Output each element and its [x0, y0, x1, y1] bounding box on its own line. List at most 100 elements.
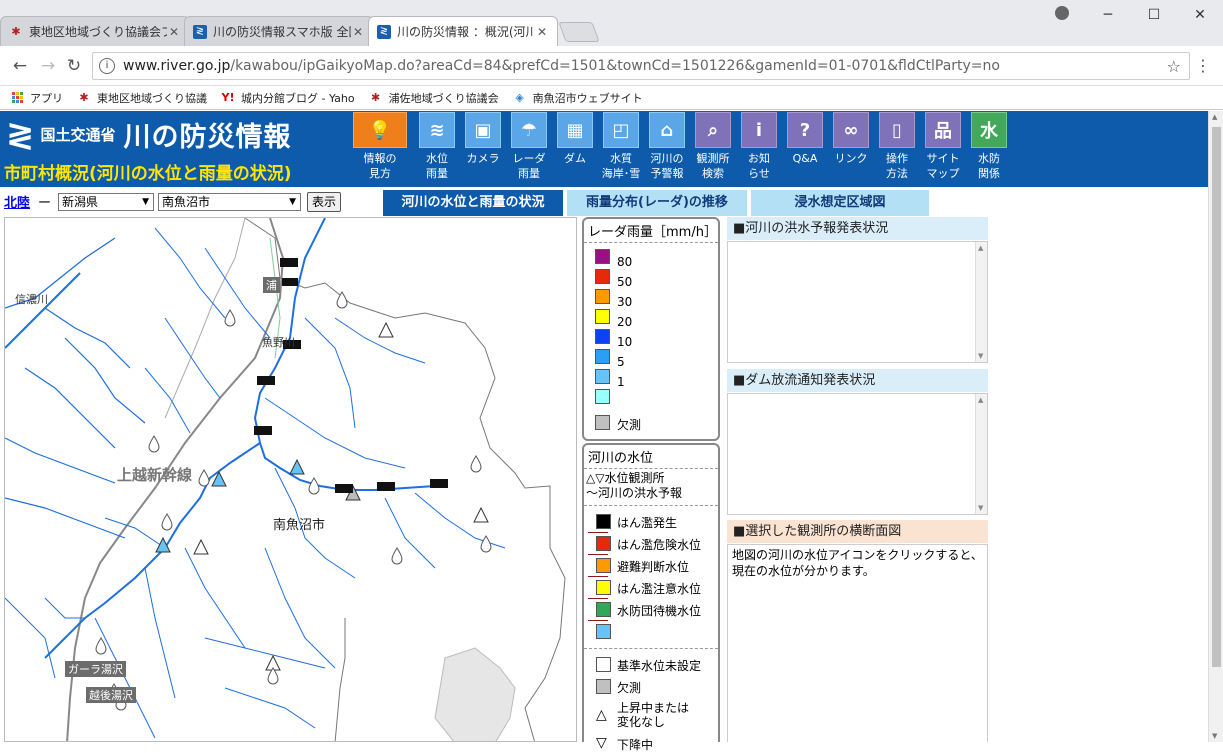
- nav-item-dam[interactable]: ▦ ダム: [552, 111, 598, 181]
- browser-tab-3[interactable]: ≷ 川の防災情報 ：概況(河川 ✕: [368, 16, 558, 46]
- legend-label: はん濫注意水位: [617, 582, 702, 596]
- tab-inundation-map[interactable]: 浸水想定区域図: [751, 190, 929, 216]
- site-header: ≷ 国土交通省 川の防災情報 市町村概況(河川の水位と雨量の状況) 💡 情報の 見…: [0, 111, 1208, 187]
- legend-label: 1: [617, 375, 625, 389]
- legend-label: 避難判断水位: [617, 560, 690, 574]
- legend-swatch: [595, 389, 610, 404]
- warning-house-icon: ⌂: [649, 112, 685, 148]
- nav-item-camera[interactable]: ▣ カメラ: [460, 111, 506, 181]
- legend-label: 基準水位未設定: [617, 659, 702, 673]
- nav-item-water-level[interactable]: ≋ 水位 雨量: [414, 111, 460, 181]
- nav-item-lightbulb[interactable]: 💡 情報の 見方: [352, 111, 408, 181]
- prefecture-value: 新潟県: [62, 195, 99, 209]
- bookmark-star-icon[interactable]: ☆: [1167, 57, 1181, 76]
- browser-menu-icon[interactable]: ⋮: [1195, 56, 1211, 75]
- back-arrow-icon[interactable]: ←: [10, 56, 30, 76]
- tab-favicon-icon: ≷: [193, 24, 207, 39]
- site-logo[interactable]: ≷ 国土交通省 川の防災情報: [6, 115, 292, 154]
- radar-legend-row: 10: [584, 329, 718, 349]
- legend-swatch: [596, 624, 611, 639]
- site-name: 川の防災情報: [123, 122, 292, 153]
- prefecture-select[interactable]: 新潟県 ▼: [58, 193, 154, 211]
- level-legend-row: はん濫発生: [584, 512, 718, 534]
- forecast-note: 河川の洪水予報: [598, 486, 683, 500]
- nav-item-flood-defense[interactable]: 水水防 関係: [966, 111, 1012, 181]
- nav-item-magnifier[interactable]: ⌕ 観測所 検索: [690, 111, 736, 181]
- radar-legend-row: 20: [584, 309, 718, 329]
- bookmark-label: 城内分館ブログ - Yaho: [241, 91, 355, 105]
- nav-item-info[interactable]: i お知 らせ: [736, 111, 782, 181]
- nav-item-water-quality[interactable]: ◰ 水質 海岸･雪: [598, 111, 644, 181]
- reload-icon[interactable]: ↻: [64, 56, 84, 76]
- river-map[interactable]: 信濃川 魚野川 上越新幹線 南魚沼市 浦 ガーラ湯沢 越後湯沢: [4, 217, 577, 742]
- profile-icon[interactable]: [1039, 6, 1085, 24]
- station-label: 浦: [263, 277, 280, 293]
- legend-swatch: [595, 249, 610, 264]
- bookmark-higashi[interactable]: ✱ 東地区地域づくり協議: [77, 90, 207, 106]
- level-legend-row: 避難判断水位: [584, 554, 718, 578]
- url-input[interactable]: i www.river.go.jp/kawabou/ipGaikyoMap.do…: [92, 52, 1190, 80]
- legend-label: 欠測: [617, 681, 642, 695]
- panel-scrollbar[interactable]: ▲ ▼: [975, 394, 987, 514]
- nav-item-sitemap[interactable]: 品サイト マップ: [920, 111, 966, 181]
- close-window-icon[interactable]: ✕: [1177, 7, 1223, 23]
- browser-tab-1[interactable]: ✱ 東地区地域づくり協議会ブロ ✕: [0, 16, 190, 46]
- tab-radar-trend[interactable]: 雨量分布(レーダ)の推移: [567, 190, 747, 216]
- level-legend-extra: 基準水位未設定 欠測 △ 上昇中または 変化なし ▽ 下降中: [584, 648, 718, 753]
- forward-arrow-icon[interactable]: →: [38, 56, 58, 76]
- wave-icon: 〜: [586, 486, 599, 500]
- bookmark-city[interactable]: ◈ 南魚沼市ウェブサイト: [513, 90, 642, 106]
- legend-swatch: [596, 580, 611, 595]
- show-button[interactable]: 表示: [307, 192, 341, 212]
- tab-close-icon[interactable]: ✕: [351, 25, 365, 39]
- bookmark-urasa[interactable]: ✱ 浦佐地域づくり協議会: [369, 90, 499, 106]
- legend-label: 欠測: [617, 418, 642, 432]
- bookmark-yahoo[interactable]: Y! 城内分館ブログ - Yaho: [221, 90, 355, 106]
- nav-label: 水質 海岸･雪: [601, 152, 641, 180]
- nav-label: Q&A: [792, 152, 818, 165]
- nav-item-mouse[interactable]: ▯ 操作 方法: [874, 111, 920, 181]
- level-legend-row: はん濫危険水位: [584, 532, 718, 556]
- tab-favicon-icon: ✱: [11, 25, 21, 38]
- panel-scrollbar[interactable]: ▲ ▼: [975, 242, 987, 362]
- tab-close-icon[interactable]: ✕: [535, 25, 549, 39]
- nav-item-radar-rain[interactable]: ☂ レーダ 雨量: [506, 111, 552, 181]
- browser-tab-2[interactable]: ≷ 川の防災情報スマホ版 全国 ✕: [184, 16, 374, 46]
- tab-close-icon[interactable]: ✕: [167, 25, 181, 39]
- scrollbar-thumb[interactable]: [1212, 127, 1221, 667]
- flood-forecast-panel[interactable]: ▲ ▼: [727, 241, 988, 363]
- separator-dash: ー: [38, 196, 52, 211]
- bookmark-apps[interactable]: アプリ: [10, 90, 63, 106]
- legend-swatch: [596, 514, 611, 529]
- tab-water-level-rain[interactable]: 河川の水位と雨量の状況: [383, 190, 563, 216]
- nav-label: 河川の 予警報: [650, 152, 684, 180]
- tab-strip: ✱ 東地区地域づくり協議会ブロ ✕ ≷ 川の防災情報スマホ版 全国 ✕ ≷ 川の…: [0, 16, 600, 46]
- radar-legend-row: 1: [584, 369, 718, 389]
- site-info-icon[interactable]: i: [99, 58, 115, 74]
- town-select[interactable]: 南魚沼市 ▼: [158, 193, 301, 211]
- legend-swatch: [595, 269, 610, 284]
- region-link[interactable]: 北陸: [4, 192, 30, 211]
- controls-row: 北陸 ー 新潟県 ▼ 南魚沼市 ▼ 表示 河川の水位と雨量の状況 雨量分布(レー…: [0, 188, 1208, 216]
- lightbulb-icon: 💡: [353, 112, 407, 148]
- dam-release-panel[interactable]: ▲ ▼: [727, 393, 988, 515]
- radar-legend-row: [584, 389, 718, 409]
- nav-item-warning-house[interactable]: ⌂ 河川の 予警報: [644, 111, 690, 181]
- maximize-icon[interactable]: ☐: [1131, 7, 1177, 23]
- minimize-icon[interactable]: ─: [1085, 7, 1131, 23]
- bookmarks-bar: アプリ ✱ 東地区地域づくり協議 Y! 城内分館ブログ - Yaho ✱ 浦佐地…: [0, 86, 1223, 110]
- map-label-uoneno: 魚野川: [262, 336, 295, 349]
- radar-legend-row: 5: [584, 349, 718, 369]
- legend-swatch: [595, 309, 610, 324]
- page-scrollbar[interactable]: ▲ ▼: [1208, 111, 1223, 742]
- apps-grid-icon: [10, 91, 24, 105]
- nav-item-link[interactable]: ∞ リンク: [828, 111, 874, 181]
- page-title: 市町村概況(河川の水位と雨量の状況): [4, 164, 292, 184]
- nav-label: カメラ: [466, 152, 500, 165]
- magnifier-icon: ⌕: [695, 112, 731, 148]
- cross-section-header: ■選択した観測所の横断面図: [727, 520, 988, 543]
- new-tab-button[interactable]: [558, 22, 600, 42]
- rising-triangle-icon: △: [596, 707, 607, 723]
- nav-item-question[interactable]: ? Q&A: [782, 111, 828, 181]
- tab-title: 川の防災情報 ：概況(河川: [397, 25, 535, 39]
